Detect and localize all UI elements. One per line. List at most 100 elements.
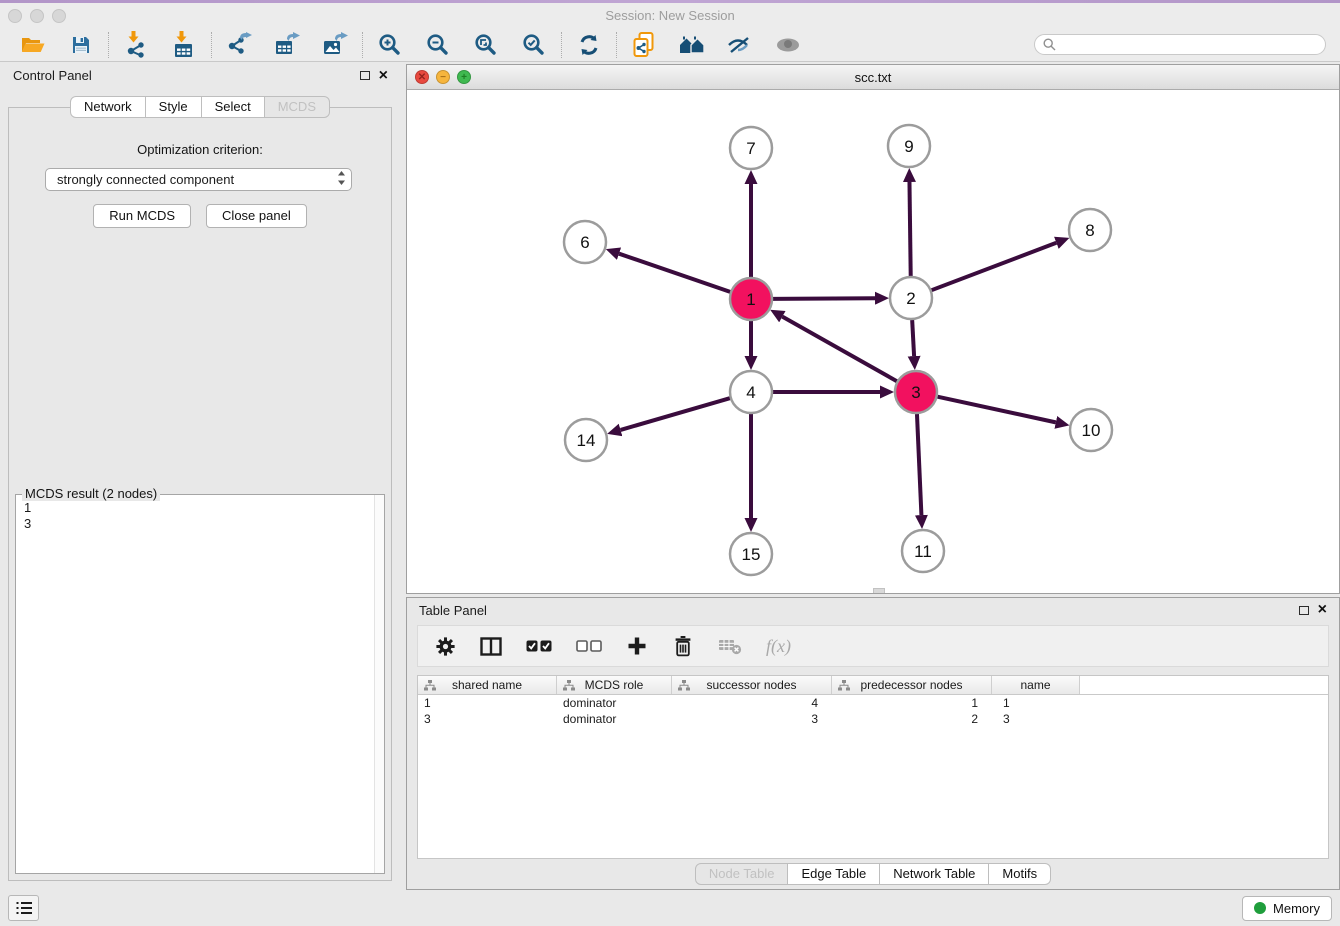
search-input[interactable]: [1061, 38, 1317, 52]
column-header-predecessor-nodes[interactable]: predecessor nodes: [832, 676, 992, 694]
network-window-titlebar[interactable]: ✕ − + scc.txt: [407, 65, 1339, 90]
column-header-name[interactable]: name: [992, 676, 1080, 694]
fit-content-icon[interactable]: [472, 32, 500, 58]
graph-edge-4-14[interactable]: [621, 398, 730, 430]
deselect-all-columns-icon[interactable]: [576, 633, 602, 659]
graph-node-label: 14: [577, 431, 596, 450]
mcds-result-title: MCDS result (2 nodes): [22, 486, 160, 501]
criterion-dropdown[interactable]: strongly connected component: [45, 168, 352, 191]
mcds-panel: Optimization criterion: strongly connect…: [8, 107, 392, 881]
table-cell[interactable]: 1: [992, 696, 1080, 710]
network-view-window: ✕ − + scc.txt 1234678910111415: [406, 64, 1340, 594]
memory-button[interactable]: Memory: [1242, 896, 1332, 921]
column-header-mcds-role[interactable]: MCDS role: [557, 676, 672, 694]
main-toolbar: [0, 28, 1340, 62]
clone-network-icon[interactable]: [630, 32, 658, 58]
control-panel-title: Control Panel: [13, 68, 92, 83]
memory-status-icon: [1254, 902, 1266, 914]
result-scrollbar[interactable]: [374, 495, 384, 873]
close-panel-icon[interactable]: ×: [379, 71, 388, 81]
table-cell[interactable]: 1: [418, 696, 557, 710]
table-row[interactable]: 3dominator323: [418, 711, 1328, 727]
h-scrollbar-thumb[interactable]: [873, 588, 885, 593]
function-builder-icon: f(x): [766, 633, 791, 659]
network-graph[interactable]: 1234678910111415: [407, 90, 1339, 592]
node-table: shared name MCDS role successor nodes: [417, 675, 1329, 859]
close-panel-button[interactable]: Close panel: [206, 204, 307, 228]
dropdown-arrows-icon: [337, 171, 346, 188]
graph-node-label: 15: [742, 545, 761, 564]
float-panel-icon[interactable]: [360, 71, 370, 80]
select-all-columns-icon[interactable]: [526, 633, 552, 659]
table-row[interactable]: 1dominator411: [418, 695, 1328, 711]
float-table-panel-icon[interactable]: [1299, 606, 1309, 615]
show-all-icon[interactable]: [774, 32, 802, 58]
task-history-button[interactable]: [8, 895, 39, 921]
graph-edge-3-10[interactable]: [937, 397, 1055, 423]
window-title: Session: New Session: [0, 8, 1340, 23]
mcds-result-text[interactable]: 1 3: [16, 495, 374, 873]
graph-edge-2-3[interactable]: [912, 320, 914, 356]
hide-selected-icon[interactable]: [726, 32, 754, 58]
column-settings-icon[interactable]: [434, 633, 456, 659]
column-type-icon: [678, 680, 690, 691]
network-canvas[interactable]: 1234678910111415: [407, 90, 1339, 593]
export-network-icon[interactable]: [225, 32, 253, 58]
optimization-criterion-label: Optimization criterion:: [9, 142, 391, 157]
control-panel-tabs: Network Style Select MCDS: [0, 96, 400, 118]
table-cell[interactable]: 3: [992, 712, 1080, 726]
list-icon: [15, 900, 33, 916]
table-cell[interactable]: 4: [672, 696, 832, 710]
import-network-icon[interactable]: [122, 32, 150, 58]
graph-edge-1-2[interactable]: [773, 298, 875, 299]
graph-edge-2-9[interactable]: [909, 182, 910, 276]
column-type-icon: [424, 680, 436, 691]
control-panel: Control Panel × Network Style Select MCD…: [0, 62, 400, 890]
main-titlebar: Session: New Session: [0, 3, 1340, 28]
run-mcds-button[interactable]: Run MCDS: [93, 204, 191, 228]
graph-edge-3-1[interactable]: [782, 317, 896, 382]
graph-node-label: 9: [904, 137, 913, 156]
zoom-selected-icon[interactable]: [520, 32, 548, 58]
table-cell[interactable]: 3: [672, 712, 832, 726]
table-cell[interactable]: 3: [418, 712, 557, 726]
open-session-icon[interactable]: [19, 32, 47, 58]
table-cell[interactable]: dominator: [557, 696, 672, 710]
table-cell[interactable]: 1: [832, 696, 992, 710]
export-table-icon[interactable]: [273, 32, 301, 58]
table-cell[interactable]: dominator: [557, 712, 672, 726]
tab-mcds[interactable]: MCDS: [265, 96, 330, 118]
table-cell[interactable]: 2: [832, 712, 992, 726]
import-table-icon[interactable]: [170, 32, 198, 58]
search-icon: [1043, 38, 1056, 51]
close-table-panel-icon[interactable]: ×: [1318, 605, 1327, 615]
delete-columns-icon[interactable]: [672, 633, 694, 659]
graph-node-label: 3: [911, 383, 920, 402]
graph-edge-1-6[interactable]: [619, 254, 730, 292]
first-neighbors-icon[interactable]: [678, 32, 706, 58]
tab-style[interactable]: Style: [146, 96, 202, 118]
export-image-icon[interactable]: [321, 32, 349, 58]
tab-edge-table[interactable]: Edge Table: [788, 863, 880, 885]
column-header-successor-nodes[interactable]: successor nodes: [672, 676, 832, 694]
column-type-icon: [563, 680, 575, 691]
zoom-in-icon[interactable]: [376, 32, 404, 58]
split-pane-icon[interactable]: [480, 633, 502, 659]
network-title: scc.txt: [407, 70, 1339, 85]
search-field[interactable]: [1034, 34, 1326, 55]
graph-node-label: 7: [746, 139, 755, 158]
tab-node-table[interactable]: Node Table: [695, 863, 789, 885]
add-column-icon[interactable]: [626, 633, 648, 659]
save-session-icon[interactable]: [67, 32, 95, 58]
column-header-shared-name[interactable]: shared name: [418, 676, 557, 694]
graph-node-label: 1: [746, 290, 755, 309]
tab-network-table[interactable]: Network Table: [880, 863, 989, 885]
zoom-out-icon[interactable]: [424, 32, 452, 58]
apply-layout-icon[interactable]: [575, 32, 603, 58]
tab-motifs[interactable]: Motifs: [989, 863, 1051, 885]
delete-table-icon[interactable]: [718, 633, 742, 659]
tab-select[interactable]: Select: [202, 96, 265, 118]
graph-edge-2-8[interactable]: [932, 243, 1057, 290]
graph-edge-3-11[interactable]: [917, 414, 921, 515]
tab-network[interactable]: Network: [70, 96, 146, 118]
